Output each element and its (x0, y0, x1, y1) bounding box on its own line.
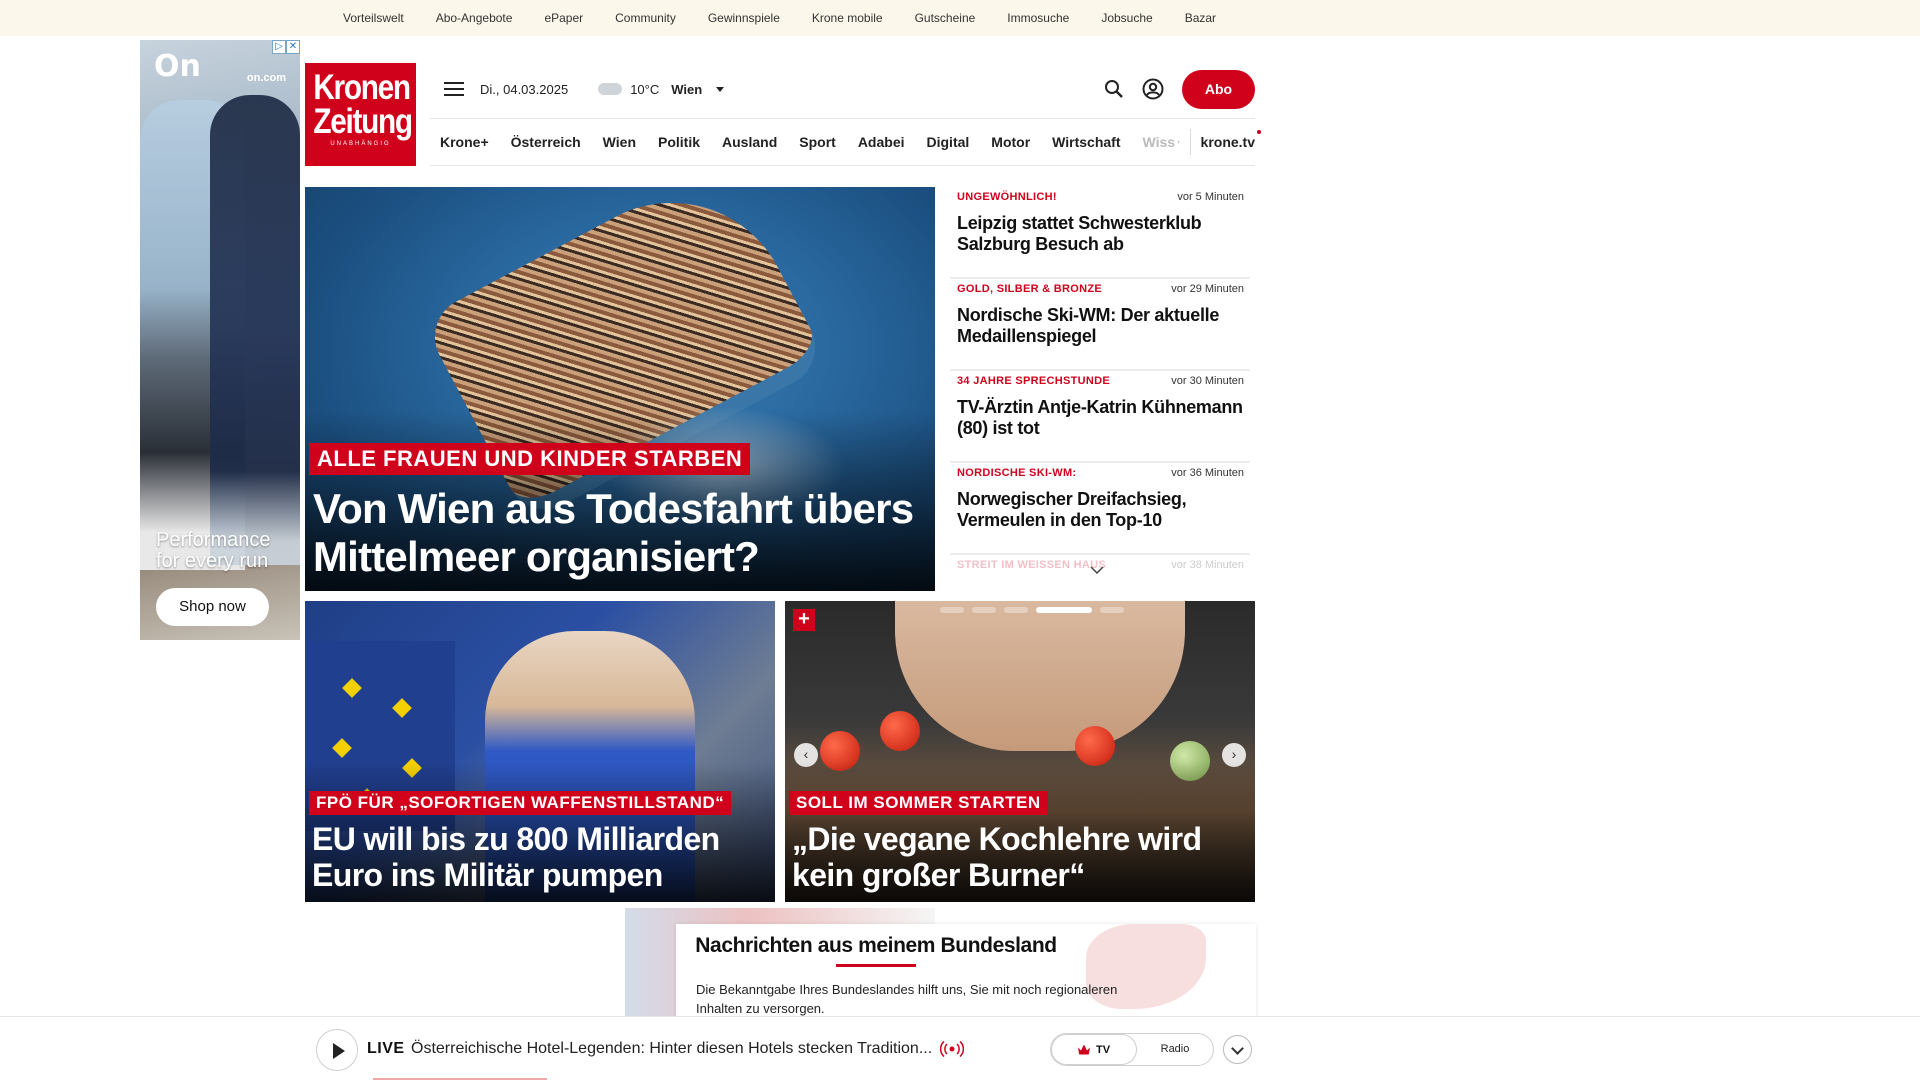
nav-item-wirtschaft[interactable]: Wirtschaft (1052, 134, 1120, 150)
utility-link-krone-mobile[interactable]: Krone mobile (812, 11, 883, 25)
ticker-item[interactable]: NORDISCHE SKI-WM: vor 36 Minuten Norwegi… (950, 463, 1250, 555)
expand-chevron-icon[interactable] (1223, 1035, 1252, 1064)
account-icon[interactable] (1142, 78, 1164, 100)
teaser-kicker: SOLL IM SOMMER STARTEN (789, 791, 1048, 815)
play-icon[interactable] (316, 1029, 358, 1071)
ticker-time: vor 38 Minuten (1171, 559, 1244, 571)
ad-logo: On (154, 49, 201, 84)
advertisement-banner[interactable]: On on.com ▷ ✕ Performance for every run Sh… (140, 40, 300, 640)
teaser-headline[interactable]: „Die vegane Kochlehre wird kein großer B… (792, 821, 1247, 893)
hero-kicker: ALLE FRAUEN UND KINDER STARBEN (309, 443, 751, 475)
site-logo[interactable]: Kronen Zeitung UNABHÄNGIG (305, 63, 416, 166)
nav-item-politik[interactable]: Politik (658, 134, 700, 150)
radio-toggle[interactable]: Radio (1137, 1034, 1213, 1065)
nav-item-sport[interactable]: Sport (799, 134, 836, 150)
nav-item-krone-plus[interactable]: Krone+ (440, 134, 489, 150)
utility-link-community[interactable]: Community (615, 11, 676, 25)
hero-headline[interactable]: Von Wien aus Todesfahrt übers Mittelmeer… (313, 485, 923, 581)
hero-article[interactable]: ALLE FRAUEN UND KINDER STARBEN Von Wien … (305, 187, 935, 591)
nav-item-motor[interactable]: Motor (991, 134, 1030, 150)
slider-pagination[interactable] (940, 607, 1124, 613)
live-label: LIVE (367, 1040, 405, 1057)
temperature: 10°C (630, 81, 660, 97)
crown-icon (1077, 1044, 1090, 1055)
ad-model-image-2 (210, 95, 300, 565)
ticker-time: vor 36 Minuten (1171, 467, 1244, 479)
utility-link-jobsuche[interactable]: Jobsuche (1101, 11, 1152, 25)
ticker-time: vor 5 Minuten (1177, 191, 1244, 203)
teaser-image (895, 601, 1185, 751)
utility-link-gutscheine[interactable]: Gutscheine (915, 11, 976, 25)
ticker-item[interactable]: GOLD, SILBER & BRONZE vor 29 Minuten Nor… (950, 279, 1250, 371)
utility-link-bazar[interactable]: Bazar (1185, 11, 1216, 25)
ticker-time: vor 30 Minuten (1171, 375, 1244, 387)
utility-link-abo-angebote[interactable]: Abo-Angebote (436, 11, 513, 25)
logo-claim: UNABHÄNGIG (330, 141, 391, 147)
ticker-headline[interactable]: Norwegischer Dreifachsieg, Vermeulen in … (957, 489, 1244, 531)
ad-tagline: Performance for every run (156, 529, 271, 572)
ticker-time: vor 29 Minuten (1171, 283, 1244, 295)
utility-link-epaper[interactable]: ePaper (544, 11, 583, 25)
broadcast-icon (940, 1041, 964, 1057)
chevron-right-icon[interactable] (1177, 134, 1180, 150)
utility-link-gewinnspiele[interactable]: Gewinnspiele (708, 11, 780, 25)
region-text: Die Bekanntgabe Ihres Bundeslandes hilft… (696, 982, 1118, 1016)
current-date: Di., 04.03.2025 (480, 81, 569, 97)
teaser-article-slider[interactable]: + ‹ › SOLL IM SOMMER STARTEN „Die vegane… (785, 601, 1255, 902)
tv-toggle[interactable]: TV (1051, 1034, 1137, 1065)
nav-item-wien[interactable]: Wien (603, 134, 636, 150)
utility-link-vorteilswelt[interactable]: Vorteilswelt (343, 11, 404, 25)
tv-radio-switch[interactable]: TV Radio (1050, 1033, 1214, 1066)
menu-icon[interactable] (444, 82, 464, 96)
main-nav: Krone+ Österreich Wien Politik Ausland S… (430, 118, 1262, 166)
chevron-down-icon[interactable] (716, 86, 725, 92)
nav-item-wissen[interactable]: Wiss (1143, 134, 1176, 150)
utility-nav: Vorteilswelt Abo-Angebote ePaper Communi… (0, 0, 1920, 36)
weather-cloud-icon (598, 83, 623, 95)
ticker-headline[interactable]: Nordische Ski-WM: Der aktuelle Medaillen… (957, 305, 1244, 347)
live-title[interactable]: Österreichische Hotel-Legenden: Hinter d… (411, 1040, 932, 1058)
region-title: Nachrichten aus meinem Bundesland (695, 934, 1057, 957)
teaser-headline[interactable]: EU will bis zu 800 Milliarden Euro ins M… (312, 821, 767, 893)
utility-link-immosuche[interactable]: Immosuche (1007, 11, 1069, 25)
live-player-bar: LIVE Österreichische Hotel-Legenden: Hin… (0, 1016, 1920, 1080)
teaser-kicker: FPÖ FÜR „SOFORTIGEN WAFFENSTILLSTAND“ (309, 791, 732, 815)
news-ticker: UNGEWÖHNLICH! vor 5 Minuten Leipzig stat… (950, 187, 1250, 577)
city-selector[interactable]: Wien (671, 82, 702, 97)
nav-item-krone-tv[interactable]: krone.tv (1201, 130, 1262, 150)
teaser-article[interactable]: FPÖ FÜR „SOFORTIGEN WAFFENSTILLSTAND“ EU… (305, 601, 775, 902)
header-bar: Di., 04.03.2025 10°C Wien Abo (430, 64, 1255, 114)
nav-item-ausland[interactable]: Ausland (722, 134, 777, 150)
logo-text: Kronen Zeitung (313, 68, 413, 141)
nav-item-oesterreich[interactable]: Österreich (511, 134, 581, 150)
nav-item-adabei[interactable]: Adabei (858, 134, 905, 150)
search-icon[interactable] (1104, 79, 1124, 99)
adchoices-icon[interactable]: ▷ ✕ (272, 40, 300, 54)
krone-plus-badge: + (793, 609, 815, 631)
ticker-item[interactable]: 34 JAHRE SPRECHSTUNDE vor 30 Minuten TV-… (950, 371, 1250, 463)
nav-item-digital[interactable]: Digital (927, 134, 970, 150)
abo-button[interactable]: Abo (1182, 69, 1255, 109)
ad-shop-button[interactable]: Shop now (156, 588, 269, 626)
ticker-item[interactable]: UNGEWÖHNLICH! vor 5 Minuten Leipzig stat… (950, 187, 1250, 279)
ticker-headline[interactable]: TV-Ärztin Antje-Katrin Kühnemann (80) is… (957, 397, 1244, 439)
chevron-down-icon[interactable] (1090, 565, 1104, 575)
ad-brand: on.com (246, 72, 286, 84)
ticker-headline[interactable]: Leipzig stattet Schwesterklub Salzburg B… (957, 213, 1244, 255)
